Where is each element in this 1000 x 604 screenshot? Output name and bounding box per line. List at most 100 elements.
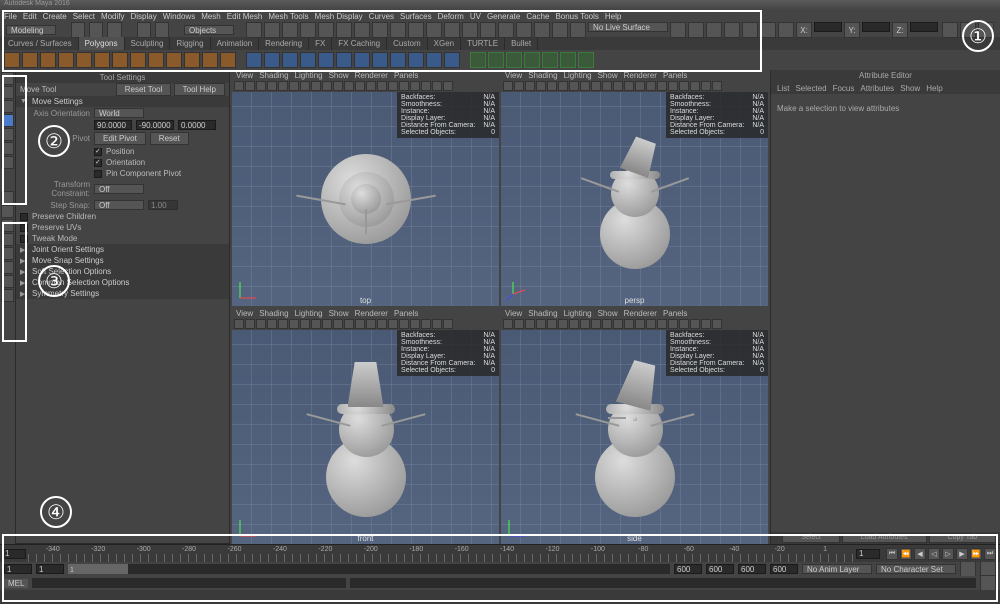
vp-icon[interactable] bbox=[646, 319, 656, 329]
range-slider[interactable]: 1 bbox=[68, 564, 670, 574]
live-surface-field[interactable]: No Live Surface bbox=[588, 22, 668, 32]
vp-icon[interactable] bbox=[388, 81, 398, 91]
vp-icon[interactable] bbox=[624, 81, 634, 91]
status-icon[interactable] bbox=[336, 22, 352, 38]
shelf-tab-custom[interactable]: Custom bbox=[387, 37, 428, 50]
status-icon[interactable] bbox=[670, 22, 686, 38]
timeline[interactable]: -340-320-300-280-260-240-220-200-180-160… bbox=[0, 544, 1000, 562]
shelf-tab-animation[interactable]: Animation bbox=[211, 37, 260, 50]
vp-icon[interactable] bbox=[300, 81, 310, 91]
vp-icon[interactable] bbox=[701, 81, 711, 91]
poly-cube-icon[interactable] bbox=[22, 52, 38, 68]
menu-cache[interactable]: Cache bbox=[526, 12, 549, 21]
vp-menu-show[interactable]: Show bbox=[598, 71, 618, 80]
shelf-tab-fx[interactable]: FX bbox=[309, 37, 332, 50]
ae-select-button[interactable]: Select bbox=[782, 533, 839, 543]
range-end[interactable] bbox=[706, 564, 734, 574]
menu-curves[interactable]: Curves bbox=[369, 12, 394, 21]
menu-create[interactable]: Create bbox=[43, 12, 67, 21]
scale-tool[interactable] bbox=[1, 142, 14, 155]
preserve-uvs-checkbox[interactable] bbox=[20, 224, 28, 232]
z-input[interactable] bbox=[910, 22, 938, 32]
vp-icon[interactable] bbox=[514, 319, 524, 329]
vp-icon[interactable] bbox=[580, 319, 590, 329]
cur-frame[interactable] bbox=[770, 564, 798, 574]
vp-icon[interactable] bbox=[377, 81, 387, 91]
last-tool[interactable] bbox=[1, 156, 14, 169]
poly-tool-icon[interactable] bbox=[444, 52, 460, 68]
vp-icon[interactable] bbox=[525, 81, 535, 91]
shelf-tab-bullet[interactable]: Bullet bbox=[505, 37, 538, 50]
shelf-tab-polygons[interactable]: Polygons bbox=[79, 37, 125, 50]
coord-z[interactable] bbox=[178, 120, 216, 130]
key-back-button[interactable]: ◁ bbox=[928, 548, 940, 560]
poly-tool-icon[interactable] bbox=[282, 52, 298, 68]
position-checkbox[interactable] bbox=[94, 148, 102, 156]
layout-preset[interactable] bbox=[1, 219, 14, 232]
vp-icon[interactable] bbox=[410, 81, 420, 91]
vp-icon[interactable] bbox=[613, 81, 623, 91]
vp-icon[interactable] bbox=[410, 319, 420, 329]
undo-icon[interactable] bbox=[137, 22, 151, 38]
vp-icon[interactable] bbox=[443, 81, 453, 91]
axis-orient-dropdown[interactable]: World bbox=[94, 108, 144, 118]
vp-menu-panels[interactable]: Panels bbox=[394, 309, 418, 318]
poly-tool-icon[interactable] bbox=[336, 52, 352, 68]
poly-cylinder-icon[interactable] bbox=[40, 52, 56, 68]
vp-icon[interactable] bbox=[245, 319, 255, 329]
menu-mesh[interactable]: Mesh bbox=[201, 12, 221, 21]
vp-icon[interactable] bbox=[245, 81, 255, 91]
coord-x[interactable] bbox=[94, 120, 132, 130]
vp-menu-view[interactable]: View bbox=[236, 71, 253, 80]
step-fwd-button[interactable]: ⏩ bbox=[970, 548, 982, 560]
key-fwd-button[interactable]: ▷ bbox=[942, 548, 954, 560]
poly-plane-icon[interactable] bbox=[94, 52, 110, 68]
vp-icon[interactable] bbox=[256, 319, 266, 329]
ae-tab-focus[interactable]: Focus bbox=[833, 84, 855, 93]
menu-windows[interactable]: Windows bbox=[163, 12, 195, 21]
range-out[interactable] bbox=[674, 564, 702, 574]
poly-edit-icon[interactable] bbox=[560, 52, 576, 68]
go-start-button[interactable]: ⏮ bbox=[886, 548, 898, 560]
status-icon[interactable] bbox=[552, 22, 568, 38]
shelf-tab-fxcaching[interactable]: FX Caching bbox=[332, 37, 387, 50]
poly-tool-icon[interactable] bbox=[300, 52, 316, 68]
layout-icon[interactable] bbox=[978, 22, 994, 38]
joint-orient-header[interactable]: ▶Joint Orient Settings bbox=[16, 244, 229, 255]
vp-icon[interactable] bbox=[657, 81, 667, 91]
vp-icon[interactable] bbox=[668, 81, 678, 91]
status-icon[interactable] bbox=[706, 22, 722, 38]
status-icon[interactable] bbox=[390, 22, 406, 38]
frame-field[interactable] bbox=[856, 549, 880, 559]
layout-preset[interactable] bbox=[1, 275, 14, 288]
ae-tab-selected[interactable]: Selected bbox=[795, 84, 826, 93]
shelf-tab-rigging[interactable]: Rigging bbox=[170, 37, 210, 50]
range-end2[interactable] bbox=[738, 564, 766, 574]
menu-mesh-tools[interactable]: Mesh Tools bbox=[268, 12, 308, 21]
poly-edit-icon[interactable] bbox=[488, 52, 504, 68]
vp-icon[interactable] bbox=[657, 319, 667, 329]
ae-tab-show[interactable]: Show bbox=[900, 84, 920, 93]
reset-pivot-button[interactable]: Reset bbox=[150, 132, 189, 145]
menu-uv[interactable]: UV bbox=[470, 12, 481, 21]
vp-menu-renderer[interactable]: Renderer bbox=[624, 309, 657, 318]
vp-icon[interactable] bbox=[591, 319, 601, 329]
vp-menu-renderer[interactable]: Renderer bbox=[355, 71, 388, 80]
script-editor-icon[interactable] bbox=[980, 575, 996, 591]
menu-file[interactable]: File bbox=[4, 12, 17, 21]
vp-icon[interactable] bbox=[679, 319, 689, 329]
new-scene-icon[interactable] bbox=[71, 22, 85, 38]
vp-icon[interactable] bbox=[580, 81, 590, 91]
vp-icon[interactable] bbox=[569, 319, 579, 329]
status-icon[interactable] bbox=[426, 22, 442, 38]
status-icon[interactable] bbox=[282, 22, 298, 38]
viewport-side[interactable]: ViewShadingLightingShowRendererPanels Ba… bbox=[501, 308, 768, 544]
time-ticks[interactable]: -340-320-300-280-260-240-220-200-180-160… bbox=[28, 545, 854, 562]
menu-mesh-display[interactable]: Mesh Display bbox=[315, 12, 363, 21]
status-icon[interactable] bbox=[742, 22, 758, 38]
move-tool[interactable] bbox=[1, 114, 14, 127]
vp-icon[interactable] bbox=[267, 81, 277, 91]
frame-current[interactable] bbox=[2, 549, 26, 559]
character-set-dropdown[interactable]: No Character Set bbox=[876, 564, 956, 574]
layout-icon[interactable] bbox=[960, 22, 976, 38]
